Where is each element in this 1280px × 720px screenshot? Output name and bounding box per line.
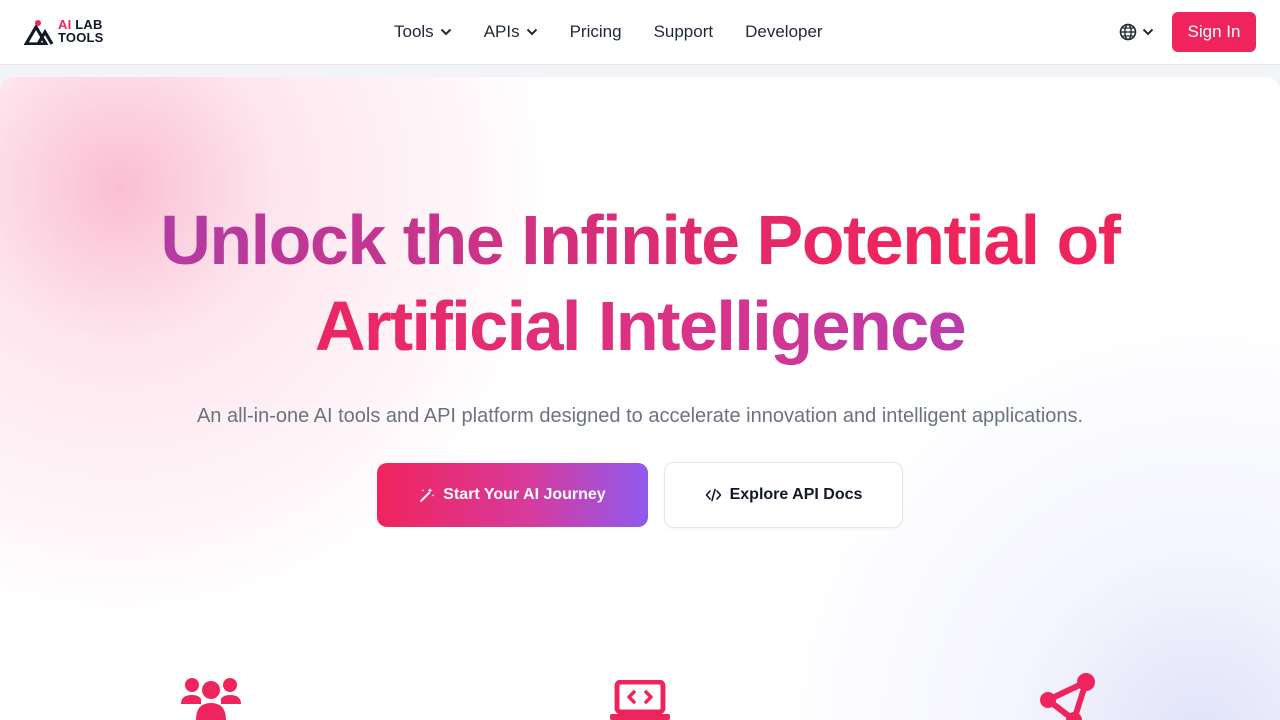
nav-item-developer[interactable]: Developer: [745, 22, 823, 42]
explore-api-docs-button[interactable]: Explore API Docs: [664, 462, 903, 528]
headline-line-1: Unlock the Infinite Potential of: [160, 201, 1120, 279]
brand-logo[interactable]: AI LAB TOOLS: [24, 18, 108, 46]
nav-item-pricing[interactable]: Pricing: [570, 22, 622, 42]
nav-item-label: Pricing: [569, 22, 622, 41]
top-header: AI LAB TOOLS Tools APIs Pricing Support …: [0, 0, 1280, 65]
globe-icon: [1119, 23, 1137, 41]
logo-wordmark: AI LAB TOOLS: [58, 18, 104, 44]
headline-line-2: Artificial Intelligence: [0, 283, 1280, 369]
nav-item-support[interactable]: Support: [654, 22, 714, 42]
secondary-cta-label: Explore API Docs: [729, 486, 863, 503]
chevron-down-icon: [1142, 28, 1154, 36]
chevron-down-icon: [440, 28, 451, 36]
share-nodes-icon: [1040, 673, 1095, 720]
nav-item-label: APIs: [483, 22, 520, 41]
magic-wand-icon: [420, 488, 435, 502]
primary-cta-label: Start Your AI Journey: [443, 486, 606, 503]
users-icon: [181, 678, 241, 720]
language-selector[interactable]: [1119, 23, 1154, 41]
sign-in-button[interactable]: Sign In: [1172, 12, 1256, 52]
nav-item-label: Developer: [745, 22, 823, 41]
hero-section: Unlock the Infinite Potential of Artific…: [0, 77, 1280, 720]
nav-item-label: Tools: [394, 22, 434, 41]
code-icon: [705, 488, 721, 502]
nav-item-apis[interactable]: APIs: [484, 22, 538, 42]
logo-mark-icon: [24, 20, 54, 45]
main-nav: Tools APIs Pricing Support Developer: [394, 0, 855, 64]
nav-item-tools[interactable]: Tools: [394, 22, 452, 42]
start-ai-journey-button[interactable]: Start Your AI Journey: [377, 463, 648, 527]
laptop-code-icon: [610, 680, 670, 720]
hero-headline: Unlock the Infinite Potential of Artific…: [0, 197, 1280, 369]
nav-item-label: Support: [653, 22, 714, 41]
hero-subtitle: An all-in-one AI tools and API platform …: [196, 405, 1084, 427]
chevron-down-icon: [526, 28, 537, 36]
logo-tools-text: TOOLS: [58, 30, 104, 45]
